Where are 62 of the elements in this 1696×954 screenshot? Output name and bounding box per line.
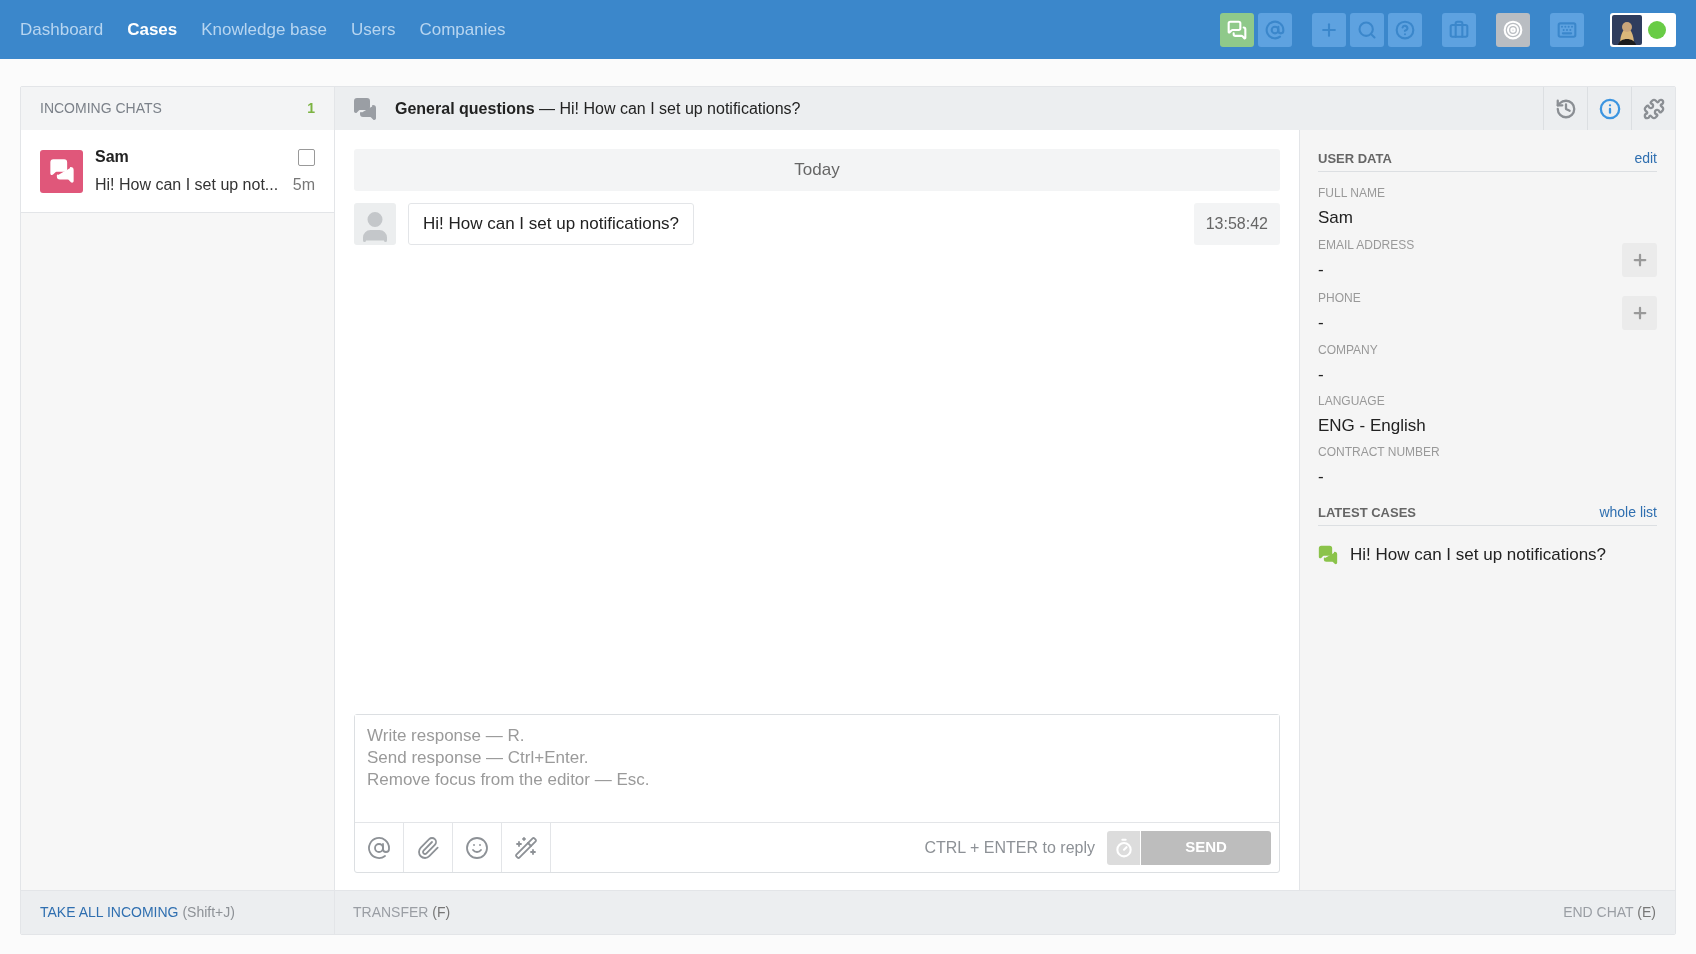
list-title: INCOMING CHATS <box>40 99 162 118</box>
magic-wand-icon <box>514 835 538 860</box>
field-value: - <box>1318 466 1325 489</box>
field-value: - <box>1318 312 1325 335</box>
transfer-button[interactable]: TRANSFER (F) <box>353 902 451 923</box>
nav-link[interactable]: Dashboard <box>20 16 104 43</box>
field-label: CONTRACT NUMBER <box>1318 444 1440 462</box>
reply-hint: CTRL + ENTER to reply <box>924 837 1095 858</box>
field-label: COMPANY <box>1318 342 1378 360</box>
smile-icon <box>465 835 489 860</box>
nav-link[interactable]: Knowledge base <box>201 16 327 43</box>
chat-name: Sam <box>95 147 129 167</box>
puzzle-icon <box>1642 97 1665 120</box>
whole-list-link[interactable]: whole list <box>1599 502 1657 523</box>
field-value: - <box>1318 364 1325 387</box>
field-label: LANGUAGE <box>1318 393 1386 411</box>
history-icon <box>1554 97 1577 120</box>
at-sign-icon <box>1265 19 1285 40</box>
toolbar-button[interactable] <box>1496 12 1530 47</box>
checkbox[interactable] <box>298 148 315 166</box>
keyboard-icon <box>1557 19 1577 40</box>
field-label: FULL NAME <box>1318 185 1385 203</box>
user-menu[interactable] <box>1610 12 1676 47</box>
nav-link[interactable]: Companies <box>419 16 506 43</box>
message-time: 13:58:42 <box>1193 203 1280 245</box>
case-title: Hi! How can I set up notifications? <box>1350 544 1607 566</box>
briefcase-icon <box>1449 19 1469 40</box>
target-icon <box>1503 19 1523 40</box>
chats-icon <box>353 96 377 121</box>
edit-link[interactable]: edit <box>1634 148 1657 169</box>
field-label: EMAIL ADDRESS <box>1318 237 1415 255</box>
stopwatch-icon <box>1113 837 1134 858</box>
user-avatar-icon <box>354 203 396 245</box>
response-editor[interactable]: Write response — R. Send response — Ctrl+Enter. Remove focus from the editor — Esc. CTRL + ENTER to reply SEND <box>354 714 1280 873</box>
chat-count: 1 <box>307 99 315 118</box>
info-icon <box>1598 97 1621 120</box>
toolbar-button[interactable] <box>1220 12 1254 47</box>
add-button[interactable] <box>1622 295 1657 330</box>
chats-icon <box>1318 544 1338 565</box>
add-button[interactable] <box>1622 242 1657 277</box>
field-value: ENG - English <box>1318 415 1426 438</box>
end-chat-button[interactable]: END CHAT (E) <box>1563 902 1656 923</box>
help-icon <box>1395 19 1415 40</box>
chat-time: 5m <box>292 175 315 195</box>
search-icon <box>1357 19 1377 40</box>
take-all-button[interactable]: TAKE ALL INCOMING (Shift+J) <box>40 902 235 923</box>
chats-icon <box>1227 19 1247 40</box>
chat-preview: Hi! How can I set up not... <box>95 175 279 195</box>
section-title: USER DATA <box>1318 149 1392 168</box>
chat-title: General questions — Hi! How can I set up notifications? <box>395 98 801 119</box>
field-value: - <box>1318 259 1325 282</box>
field-label: PHONE <box>1318 290 1361 308</box>
field-value: Sam <box>1318 207 1354 230</box>
nav-link[interactable]: Users <box>351 16 396 43</box>
chat-list-item[interactable]: Sam Hi! How can I set up not... 5m <box>21 130 334 213</box>
case-link[interactable]: Hi! How can I set up notifications? <box>1318 542 1657 568</box>
paperclip-icon <box>416 835 440 860</box>
at-sign-icon <box>367 835 391 860</box>
nav-link[interactable]: Cases <box>127 16 178 43</box>
message-bubble: Hi! How can I set up notifications? <box>408 203 695 245</box>
chat-avatar-icon <box>40 149 83 193</box>
section-title: LATEST CASES <box>1318 503 1416 522</box>
